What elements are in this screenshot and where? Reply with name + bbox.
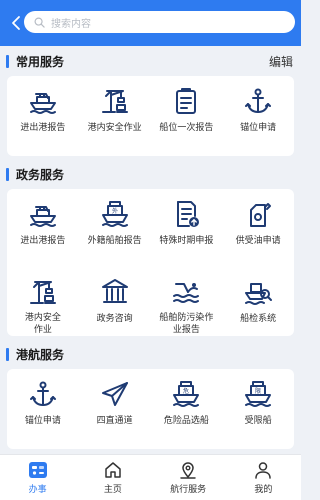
service-item[interactable]: 外 外籍船舶报告	[79, 189, 151, 267]
service-label: 港内安全作业	[24, 313, 61, 335]
edit-button[interactable]: 编辑	[269, 53, 293, 70]
search-icon	[34, 17, 45, 28]
svg-text:外: 外	[112, 207, 118, 215]
svg-text:危: 危	[183, 387, 189, 395]
search-input[interactable]: 搜索内容	[24, 11, 295, 33]
service-label: 供受油申请	[235, 236, 281, 246]
service-item[interactable]: 四直通道	[79, 369, 151, 449]
anchor-icon	[241, 84, 275, 118]
tab-navigation-services[interactable]: 航行服务	[151, 455, 226, 500]
chevron-left-icon	[12, 16, 20, 30]
crane-icon	[98, 84, 132, 118]
service-item[interactable]: 进出港报告	[7, 76, 79, 156]
service-item[interactable]: 供受油申请	[222, 189, 294, 267]
service-item[interactable]: 船位一次报告	[151, 76, 223, 156]
app-header: 搜索内容	[0, 0, 301, 46]
tab-label: 航行服务	[170, 485, 207, 495]
section-header-port: 港航服务	[0, 339, 301, 369]
back-button[interactable]	[6, 11, 26, 35]
document-upload-icon	[169, 197, 203, 231]
service-item[interactable]: 限 受限船	[222, 369, 294, 449]
service-label: 四直通道	[96, 416, 133, 426]
service-item[interactable]: 危 危险品选船	[151, 369, 223, 449]
service-label: 船检系统	[240, 314, 277, 324]
hazard-ship-icon: 危	[169, 377, 203, 411]
tab-label: 办事	[28, 485, 47, 495]
service-item[interactable]: 特殊时期申报	[151, 189, 223, 267]
anchor-icon	[26, 377, 60, 411]
tab-home[interactable]: 主页	[75, 455, 150, 500]
section-header-common: 常用服务 编辑	[0, 46, 301, 76]
service-label: 危险品选船	[163, 416, 209, 426]
section-accent-bar	[6, 347, 9, 361]
crane-icon	[26, 275, 60, 308]
user-icon	[255, 462, 272, 479]
service-item[interactable]: 锚位申请	[7, 369, 79, 449]
tab-label: 主页	[103, 485, 122, 495]
service-label: 特殊时期申报	[159, 236, 214, 246]
service-item[interactable]: 港内安全作业	[7, 267, 79, 336]
service-label: 港内安全作业	[87, 123, 142, 133]
service-label: 船舶防污染作业报告	[159, 313, 214, 335]
tab-label: 我的	[254, 485, 273, 495]
service-item[interactable]: 港内安全作业	[79, 76, 151, 156]
service-item[interactable]: 进出港报告	[7, 189, 79, 267]
services-icon	[28, 462, 47, 478]
ship-inspection-icon	[241, 275, 275, 309]
service-item[interactable]: 政务咨询	[79, 267, 151, 336]
government-building-icon	[98, 275, 132, 309]
section-accent-bar	[6, 54, 9, 68]
service-label: 受限船	[244, 416, 272, 426]
fuel-can-icon	[241, 197, 275, 231]
svg-text:限: 限	[255, 387, 261, 395]
gov-services-card: 进出港报告 外 外籍船舶报告 特殊时期申报 供受油申请 港内安全作业 政务咨询 …	[7, 189, 294, 336]
paper-plane-icon	[98, 377, 132, 411]
service-label: 政务咨询	[96, 314, 133, 324]
service-label: 进出港报告	[20, 123, 66, 133]
clipboard-icon	[169, 84, 203, 118]
service-label: 锚位申请	[240, 123, 277, 133]
service-label: 船位一次报告	[159, 123, 214, 133]
tab-profile[interactable]: 我的	[226, 455, 301, 500]
section-title: 政务服务	[16, 167, 65, 182]
section-title: 常用服务	[16, 54, 65, 69]
port-services-card: 锚位申请 四直通道 危 危险品选船 限 受限船	[7, 369, 294, 449]
service-label: 外籍船舶报告	[87, 236, 142, 246]
section-header-gov: 政务服务	[0, 159, 301, 189]
section-accent-bar	[6, 167, 9, 181]
location-pin-icon	[180, 462, 196, 479]
service-item[interactable]: 锚位申请	[222, 76, 294, 156]
common-services-card: 进出港报告 港内安全作业 船位一次报告 锚位申请	[7, 76, 294, 156]
service-list: 常用服务 编辑 进出港报告 港内安全作业 船位一次报告 锚位申请 政务服务 进出…	[0, 46, 301, 454]
section-title: 港航服务	[16, 347, 65, 362]
service-label: 进出港报告	[20, 236, 66, 246]
restricted-ship-icon: 限	[241, 377, 275, 411]
tab-services[interactable]: 办事	[0, 455, 75, 500]
service-label: 锚位申请	[24, 416, 61, 426]
home-icon	[105, 462, 121, 478]
ship-icon	[26, 197, 60, 231]
foreign-ship-icon: 外	[98, 197, 132, 231]
service-item[interactable]: 船检系统	[222, 267, 294, 336]
bottom-tab-bar: 办事 主页 航行服务 我的	[0, 454, 301, 500]
service-item[interactable]: 船舶防污染作业报告	[151, 267, 223, 336]
search-placeholder: 搜索内容	[51, 18, 91, 30]
ship-icon	[26, 84, 60, 118]
pollution-wave-icon	[169, 275, 203, 308]
